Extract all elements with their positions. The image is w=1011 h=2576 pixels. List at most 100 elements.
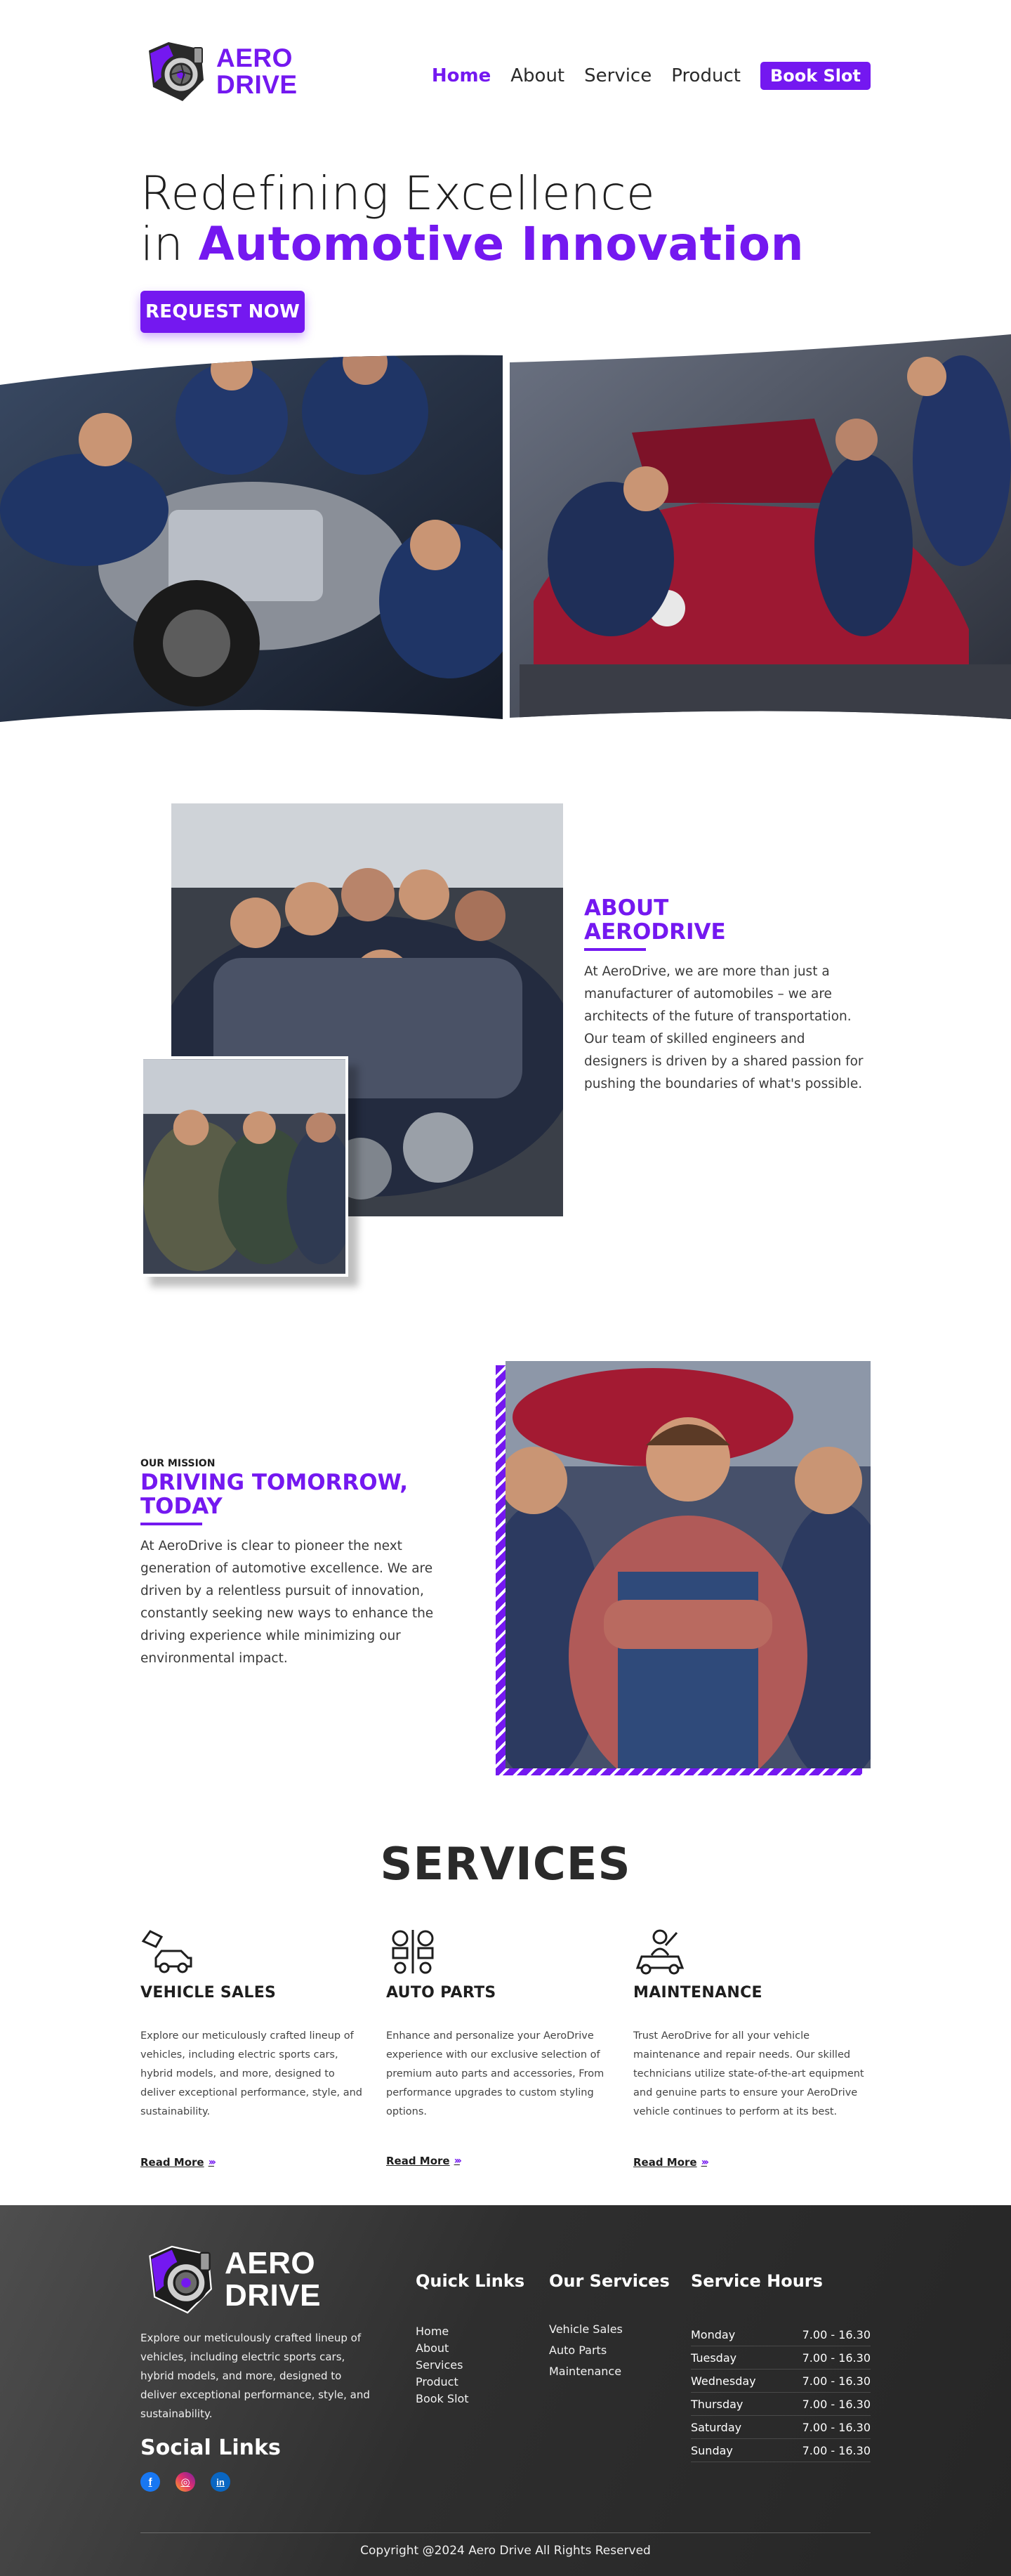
social-links: f ◎ in xyxy=(140,2472,246,2492)
service-card-maintenance: MAINTENANCE Trust AeroDrive for all your… xyxy=(633,1927,865,2122)
service-body: Trust AeroDrive for all your vehicle mai… xyxy=(633,2030,864,2117)
book-slot-button[interactable]: Book Slot xyxy=(760,62,871,90)
page: AERO DRIVE Home About Service Product Bo… xyxy=(0,0,1011,2576)
hours-time: 7.00 - 16.30 xyxy=(802,2327,871,2341)
site-header: AERO DRIVE Home About Service Product Bo… xyxy=(140,37,871,114)
footer-brand-logo[interactable]: AERO DRIVE xyxy=(140,2240,321,2319)
hours-row: Sunday 7.00 - 16.30 xyxy=(691,2439,871,2462)
about-body: At AeroDrive, we are more than just a ma… xyxy=(584,964,864,1091)
nav-home[interactable]: Home xyxy=(432,65,491,86)
service-body: Enhance and personalize your AeroDrive e… xyxy=(386,2030,604,2117)
hero-image-band xyxy=(0,334,1011,722)
service-card-auto-parts: AUTO PARTS Enhance and personalize your … xyxy=(386,1927,618,2122)
read-more-vehicle-sales[interactable]: Read More ››› xyxy=(140,2156,216,2169)
service-title: VEHICLE SALES xyxy=(140,1984,277,2002)
service-title: MAINTENANCE xyxy=(633,1984,762,2002)
instagram-icon[interactable]: ◎ xyxy=(176,2472,195,2492)
hours-day: Thursday xyxy=(691,2397,744,2411)
read-more-maintenance[interactable]: Read More ››› xyxy=(633,2156,709,2169)
title-underline xyxy=(140,1523,202,1525)
mission-body: At AeroDrive is clear to pioneer the nex… xyxy=(140,1539,434,1666)
read-more-label: Read More xyxy=(140,2156,204,2169)
hours-time: 7.00 - 16.30 xyxy=(802,2374,871,2388)
our-services-title: Our Services xyxy=(549,2271,670,2291)
about-title: ABOUT AERODRIVE xyxy=(584,896,872,944)
nav-product[interactable]: Product xyxy=(671,65,741,86)
footer-divider xyxy=(140,2532,871,2533)
quick-link-book-slot[interactable]: Book Slot xyxy=(416,2391,469,2407)
hero-title: Redefining Excellence in Automotive Inno… xyxy=(140,169,804,270)
site-footer: AERO DRIVE Explore our meticulously craf… xyxy=(0,2205,1011,2576)
service-hours-table: Monday 7.00 - 16.30 Tuesday 7.00 - 16.30 W… xyxy=(691,2323,871,2462)
request-now-button[interactable]: REQUEST NOW xyxy=(140,291,305,333)
brand-line2: DRIVE xyxy=(216,70,298,99)
copyright: Copyright @2024 Aero Drive All Rights Re… xyxy=(360,2544,651,2558)
double-chevron-icon: ››› xyxy=(208,2157,216,2168)
quick-link-product[interactable]: Product xyxy=(416,2374,469,2391)
brand-line1: AERO xyxy=(216,44,293,72)
read-more-auto-parts[interactable]: Read More ››› xyxy=(386,2155,462,2167)
facebook-icon[interactable]: f xyxy=(140,2472,160,2492)
read-more-label: Read More xyxy=(633,2156,697,2169)
service-link-vehicle-sales[interactable]: Vehicle Sales xyxy=(549,2319,623,2340)
quick-link-services[interactable]: Services xyxy=(416,2357,469,2374)
service-card-vehicle-sales: VEHICLE SALES Explore our meticulously c… xyxy=(140,1927,372,2122)
hours-row: Saturday 7.00 - 16.30 xyxy=(691,2416,871,2439)
hours-time: 7.00 - 16.30 xyxy=(802,2351,871,2365)
hours-time: 7.00 - 16.30 xyxy=(802,2443,871,2457)
footer-about: Explore our meticulously crafted lineup … xyxy=(140,2332,370,2420)
our-services-list: Vehicle Sales Auto Parts Maintenance xyxy=(549,2319,623,2382)
turbo-logo-icon xyxy=(149,2245,212,2314)
double-chevron-icon: ››› xyxy=(454,2155,462,2167)
nav-service[interactable]: Service xyxy=(584,65,652,86)
social-links-title: Social Links xyxy=(140,2436,281,2460)
mission-section: OUR MISSION DRIVING TOMORROW, TODAY At A… xyxy=(140,1458,435,1670)
about-title-line2: AERODRIVE xyxy=(584,919,726,945)
service-link-auto-parts[interactable]: Auto Parts xyxy=(549,2340,623,2361)
quick-link-home[interactable]: Home xyxy=(416,2323,469,2340)
mission-title-line1: DRIVING TOMORROW, xyxy=(140,1470,409,1495)
read-more-label: Read More xyxy=(386,2155,450,2167)
hours-row: Thursday 7.00 - 16.30 xyxy=(691,2393,871,2416)
hours-row: Tuesday 7.00 - 16.30 xyxy=(691,2346,871,2370)
hours-day: Saturday xyxy=(691,2420,742,2434)
footer-brand-line1: AERO xyxy=(225,2246,316,2280)
linkedin-icon[interactable]: in xyxy=(211,2472,230,2492)
hero-title-line1: Redefining Excellence xyxy=(140,166,656,221)
mission-eyebrow: OUR MISSION xyxy=(140,1458,216,1469)
services-heading: SERVICES xyxy=(380,1839,631,1891)
hours-time: 7.00 - 16.30 xyxy=(802,2420,871,2434)
service-title: AUTO PARTS xyxy=(386,1984,496,2002)
about-mechanics-photo xyxy=(140,1056,348,1277)
about-section: ABOUT AERODRIVE At AeroDrive, we are mor… xyxy=(584,896,872,1096)
hours-day: Tuesday xyxy=(691,2351,737,2365)
main-nav: Home About Service Product Book Slot xyxy=(412,62,871,90)
mechanic-icon xyxy=(635,1929,685,1975)
quick-links-title: Quick Links xyxy=(416,2271,525,2291)
brand-logo[interactable]: AERO DRIVE xyxy=(140,37,298,107)
hours-day: Wednesday xyxy=(691,2374,756,2388)
about-title-line1: ABOUT xyxy=(584,895,669,921)
mission-title: DRIVING TOMORROW, TODAY xyxy=(140,1471,435,1518)
hours-row: Monday 7.00 - 16.30 xyxy=(691,2323,871,2346)
turbo-logo-icon xyxy=(149,42,204,101)
double-chevron-icon: ››› xyxy=(701,2157,709,2168)
quick-link-about[interactable]: About xyxy=(416,2340,469,2357)
hours-row: Wednesday 7.00 - 16.30 xyxy=(691,2370,871,2393)
auto-parts-icon xyxy=(392,1930,434,1974)
car-sales-icon xyxy=(141,1930,192,1973)
title-underline xyxy=(584,948,646,951)
service-body: Explore our meticulously crafted lineup … xyxy=(140,2030,362,2117)
hours-time: 7.00 - 16.30 xyxy=(802,2397,871,2411)
quick-links-list: Home About Services Product Book Slot xyxy=(416,2323,469,2407)
mission-title-line2: TODAY xyxy=(140,1494,223,1519)
service-link-maintenance[interactable]: Maintenance xyxy=(549,2361,623,2382)
service-hours-title: Service Hours xyxy=(691,2271,823,2291)
hours-day: Sunday xyxy=(691,2443,733,2457)
footer-brand-line2: DRIVE xyxy=(225,2278,321,2313)
mission-mechanics-photo xyxy=(505,1361,871,1768)
hero-title-prefix: in xyxy=(140,217,199,271)
nav-about[interactable]: About xyxy=(510,65,564,86)
hours-day: Monday xyxy=(691,2327,736,2341)
hero-title-accent: Automotive Innovation xyxy=(198,217,805,271)
